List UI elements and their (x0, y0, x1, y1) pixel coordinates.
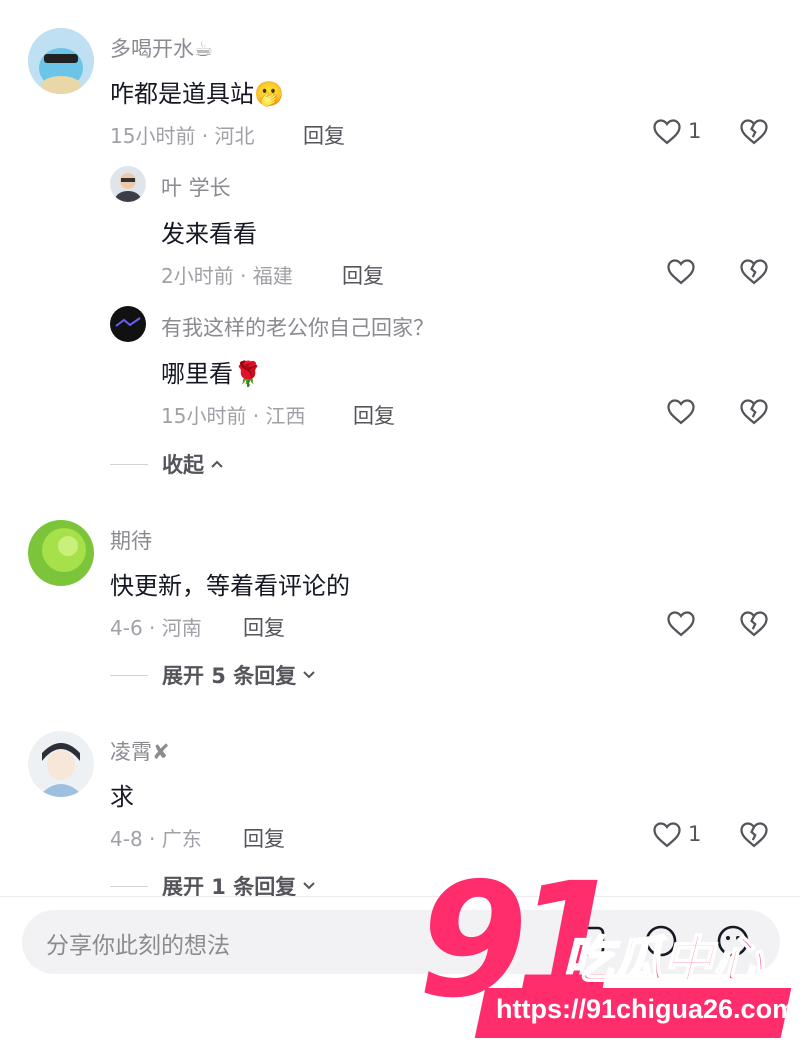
dislike-button[interactable] (739, 609, 769, 641)
divider (110, 674, 148, 676)
reply-time-location: 15小时前 · 江西 (161, 404, 306, 428)
avatar[interactable] (28, 520, 94, 586)
avatar[interactable] (28, 731, 94, 797)
like-button[interactable]: 1 (652, 117, 701, 145)
watermark-brand: 吃瓜中心 (562, 930, 764, 990)
reply-button[interactable]: 回复 (243, 823, 285, 853)
comment-username[interactable]: 多喝开水☕ (110, 33, 213, 63)
reply-button[interactable]: 回复 (303, 120, 345, 150)
avatar[interactable] (110, 306, 146, 342)
heart-icon (667, 399, 695, 425)
comment-time-location: 4-6 · 河南 (110, 616, 202, 640)
comment-text: 咋都是道具站🫢 (110, 80, 284, 108)
avatar[interactable] (28, 28, 94, 94)
reply-button[interactable]: 回复 (243, 612, 285, 642)
like-count: 1 (688, 822, 702, 846)
dislike-button[interactable] (739, 397, 769, 429)
heart-icon (653, 822, 681, 848)
dislike-button[interactable] (739, 820, 769, 852)
reply-button[interactable]: 回复 (353, 400, 395, 430)
heart-icon (667, 259, 695, 285)
like-button[interactable] (666, 609, 696, 637)
broken-heart-icon (740, 611, 768, 637)
dislike-button[interactable] (739, 257, 769, 289)
heart-icon (653, 119, 681, 145)
comment-text: 求 (110, 783, 134, 811)
like-button[interactable] (666, 257, 696, 285)
like-button[interactable] (666, 397, 696, 425)
comment-time-location: 15小时前 · 河北 (110, 124, 255, 148)
avatar[interactable] (110, 166, 146, 202)
chevron-down-icon (303, 882, 315, 890)
comment-text: 快更新，等着看评论的 (110, 572, 350, 600)
reply-username[interactable]: 叶 学长 (161, 172, 231, 202)
like-count: 1 (688, 119, 702, 143)
reply-time-location: 2小时前 · 福建 (161, 264, 293, 288)
divider (110, 463, 148, 465)
collapse-replies-button[interactable]: 收起 (110, 449, 224, 479)
collapse-label: 收起 (162, 453, 204, 477)
heart-icon (667, 611, 695, 637)
reply-text: 发来看看 (161, 220, 257, 248)
broken-heart-icon (740, 119, 768, 145)
expand-replies-button[interactable]: 展开 5 条回复 (110, 660, 316, 690)
expand-label: 展开 5 条回复 (162, 664, 297, 688)
reply-username[interactable]: 有我这样的老公你自己回家？ (161, 312, 434, 342)
watermark-url: https://91chigua26.com (496, 994, 797, 1024)
divider (110, 885, 148, 887)
chevron-down-icon (303, 671, 315, 679)
chevron-up-icon (211, 460, 223, 468)
broken-heart-icon (740, 822, 768, 848)
reply-button[interactable]: 回复 (342, 260, 384, 290)
broken-heart-icon (740, 259, 768, 285)
comment-username[interactable]: 期待 (110, 525, 152, 555)
broken-heart-icon (740, 399, 768, 425)
reply-text: 哪里看🌹 (161, 360, 263, 388)
like-button[interactable]: 1 (652, 820, 701, 848)
comment-time-location: 4-8 · 广东 (110, 827, 202, 851)
comment-username[interactable]: 凌霄✘ (110, 736, 170, 766)
dislike-button[interactable] (739, 117, 769, 149)
comment-input-placeholder: 分享你此刻的想法 (46, 933, 230, 959)
